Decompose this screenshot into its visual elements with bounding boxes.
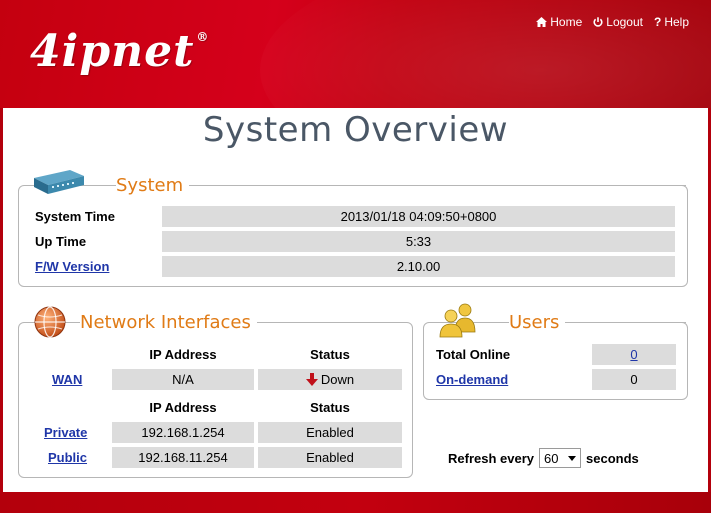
network-panel-heading: Network Interfaces [80,312,257,333]
router-icon [32,166,86,199]
total-online-link[interactable]: 0 [630,347,637,362]
on-demand-row: On-demand [436,369,508,390]
logo-registered-mark: ® [196,30,210,44]
home-link[interactable]: Home [536,15,582,29]
logout-label: Logout [606,15,643,29]
logout-link[interactable]: Logout [593,15,643,29]
total-online-cell: 0 [592,344,676,365]
up-time-row: Up Time [35,231,86,252]
private-row: Private [44,422,87,443]
system-time-label: System Time [35,209,115,224]
private-ip-value: 192.168.1.254 [112,422,254,443]
system-time-row: System Time [35,206,115,227]
refresh-control: Refresh every 60 seconds [448,448,639,468]
page-title: System Overview [202,110,509,150]
fw-version-value: 2.10.00 [162,256,675,277]
on-demand-link[interactable]: On-demand [436,372,508,387]
fw-version-link[interactable]: F/W Version [35,259,109,274]
system-panel-heading: System [116,175,190,196]
wan-row: WAN [52,369,82,390]
wan-ip-value: N/A [112,369,254,390]
home-label: Home [550,15,583,29]
users-heading-line [586,322,686,323]
refresh-interval-value: 60 [544,450,559,466]
footer-bar [0,492,711,513]
logo-text: 4ipnet [30,26,195,77]
refresh-suffix: seconds [586,450,639,466]
top-navigation: Home Logout ? Help [536,15,689,29]
lan-ip-header: IP Address [149,400,217,415]
lan-status-header: Status [310,400,350,415]
fw-version-row: F/W Version [35,256,109,277]
users-icon [437,302,481,341]
users-panel-heading: Users [509,312,566,333]
up-time-value: 5:33 [162,231,675,252]
public-link[interactable]: Public [48,450,87,465]
users-panel-title: Users [509,312,560,333]
refresh-prefix: Refresh every [448,450,534,466]
system-heading-line [222,185,686,186]
wan-status-value: Down [320,372,355,387]
down-arrow-icon [305,373,318,386]
total-online-row: Total Online [436,344,510,365]
network-panel-title: Network Interfaces [80,312,251,333]
wan-status-header: Status [310,347,350,362]
help-label: Help [664,15,689,29]
wan-ip-header: IP Address [149,347,217,362]
brand-logo: 4ipnet ® [30,26,210,77]
refresh-interval-select[interactable]: 60 [539,448,581,468]
up-time-label: Up Time [35,234,87,249]
dropdown-arrow-icon [568,455,576,461]
total-online-label: Total Online [436,347,511,362]
help-link[interactable]: ? Help [654,15,689,29]
public-row: Public [48,447,87,468]
private-link[interactable]: Private [44,425,87,440]
public-status-value: Enabled [258,447,402,468]
home-icon [536,17,548,27]
on-demand-value: 0 [592,369,676,390]
system-time-value: 2013/01/18 04:09:50+0800 [162,206,675,227]
network-globe-icon [33,305,67,342]
system-panel-title: System [116,175,184,196]
header-banner: 4ipnet ® Home Logout ? Help [0,0,711,108]
private-status-value: Enabled [258,422,402,443]
question-icon: ? [653,15,662,29]
wan-link[interactable]: WAN [52,372,82,387]
power-icon [593,17,603,27]
wan-status-cell: Down [258,369,402,390]
public-ip-value: 192.168.11.254 [112,447,254,468]
